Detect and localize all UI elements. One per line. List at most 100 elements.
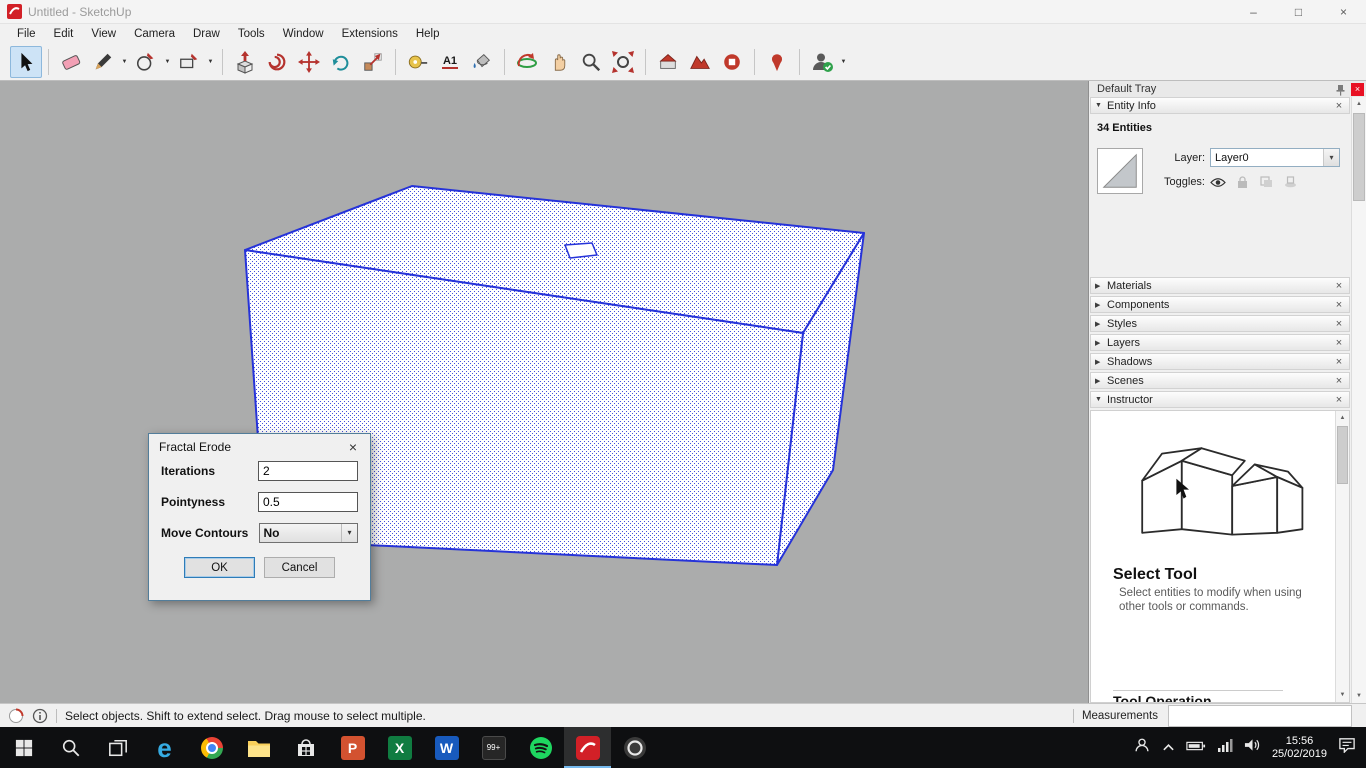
start-button[interactable] bbox=[0, 727, 47, 768]
cast-shadows-icon[interactable] bbox=[1258, 175, 1274, 189]
tray-section-components[interactable]: ▶ Components × bbox=[1090, 296, 1350, 313]
tray-section-shadows[interactable]: ▶ Shadows × bbox=[1090, 353, 1350, 370]
arc-tool-dropdown[interactable]: ▼ bbox=[162, 47, 173, 77]
scroll-down-icon[interactable]: ▼ bbox=[1352, 689, 1366, 703]
chevron-down-icon[interactable]: ▾ bbox=[1323, 149, 1339, 166]
minimize-button[interactable]: – bbox=[1231, 0, 1276, 24]
scale-tool-button[interactable] bbox=[357, 46, 389, 78]
taskbar-store[interactable] bbox=[282, 727, 329, 768]
extension-tool-4-button[interactable] bbox=[761, 46, 793, 78]
text-tool-button[interactable]: A1 bbox=[434, 46, 466, 78]
pushpull-tool-button[interactable] bbox=[229, 46, 261, 78]
select-tool-button[interactable] bbox=[10, 45, 42, 78]
people-icon[interactable] bbox=[1133, 736, 1151, 759]
taskbar-sketchup[interactable] bbox=[564, 727, 611, 768]
taskbar-app-round[interactable] bbox=[611, 727, 658, 768]
info-icon[interactable] bbox=[32, 708, 48, 724]
pan-tool-button[interactable] bbox=[543, 46, 575, 78]
taskbar-app-badge[interactable]: 99+ bbox=[470, 727, 517, 768]
ok-button[interactable]: OK bbox=[184, 557, 255, 578]
iterations-input[interactable] bbox=[258, 460, 358, 481]
rectangle-tool-dropdown[interactable]: ▼ bbox=[205, 47, 216, 77]
tray-close-button[interactable]: × bbox=[1351, 82, 1364, 96]
measurements-input[interactable] bbox=[1168, 704, 1352, 727]
menu-tools[interactable]: Tools bbox=[229, 28, 274, 40]
account-tool-dropdown[interactable]: ▼ bbox=[838, 47, 849, 77]
close-icon[interactable]: × bbox=[1333, 100, 1345, 112]
taskbar-edge[interactable]: e bbox=[141, 727, 188, 768]
arc-tool-button[interactable] bbox=[130, 46, 162, 78]
scrollbar-thumb[interactable] bbox=[1353, 113, 1365, 201]
close-icon[interactable]: × bbox=[1333, 337, 1345, 349]
extension-tool-2-button[interactable] bbox=[684, 46, 716, 78]
line-tool-button[interactable] bbox=[87, 46, 119, 78]
tray-section-entity-info[interactable]: ▼ Entity Info × bbox=[1090, 97, 1350, 114]
tray-section-scenes[interactable]: ▶ Scenes × bbox=[1090, 372, 1350, 389]
taskbar-clock[interactable]: 15:56 25/02/2019 bbox=[1272, 735, 1327, 761]
orbit-tool-button[interactable] bbox=[511, 46, 543, 78]
tape-measure-tool-button[interactable] bbox=[402, 46, 434, 78]
move-contours-select[interactable]: No ▾ bbox=[258, 522, 358, 543]
menu-extensions[interactable]: Extensions bbox=[333, 28, 407, 40]
tray-section-styles[interactable]: ▶ Styles × bbox=[1090, 315, 1350, 332]
close-button[interactable]: × bbox=[1321, 0, 1366, 24]
menu-help[interactable]: Help bbox=[407, 28, 449, 40]
task-view-button[interactable] bbox=[94, 727, 141, 768]
action-center-icon[interactable] bbox=[1338, 737, 1356, 758]
network-icon[interactable] bbox=[1217, 738, 1233, 757]
instructor-scrollbar[interactable]: ▲ ▼ bbox=[1335, 411, 1349, 702]
extension-tool-1-button[interactable] bbox=[652, 46, 684, 78]
taskbar-file-explorer[interactable] bbox=[235, 727, 282, 768]
close-icon[interactable]: × bbox=[1333, 375, 1345, 387]
taskbar-powerpoint[interactable]: P bbox=[329, 727, 376, 768]
close-icon[interactable]: × bbox=[1333, 299, 1345, 311]
move-tool-button[interactable] bbox=[293, 46, 325, 78]
menu-edit[interactable]: Edit bbox=[45, 28, 83, 40]
zoom-tool-button[interactable] bbox=[575, 46, 607, 78]
taskbar-excel[interactable]: X bbox=[376, 727, 423, 768]
top-face-hole[interactable] bbox=[564, 242, 598, 259]
pointyness-input[interactable] bbox=[258, 491, 358, 512]
taskbar-word[interactable]: W bbox=[423, 727, 470, 768]
tray-section-layers[interactable]: ▶ Layers × bbox=[1090, 334, 1350, 351]
close-icon[interactable]: × bbox=[1333, 280, 1345, 292]
cancel-button[interactable]: Cancel bbox=[264, 557, 335, 578]
geolocation-status-icon[interactable] bbox=[8, 708, 24, 724]
visible-eye-icon[interactable] bbox=[1210, 175, 1226, 189]
menu-draw[interactable]: Draw bbox=[184, 28, 229, 40]
dialog-title-bar[interactable]: Fractal Erode × bbox=[149, 434, 370, 460]
taskbar-search-button[interactable] bbox=[47, 727, 94, 768]
close-icon[interactable]: × bbox=[1333, 394, 1345, 406]
battery-icon[interactable] bbox=[1186, 739, 1206, 757]
scroll-up-icon[interactable]: ▲ bbox=[1352, 97, 1366, 111]
menu-window[interactable]: Window bbox=[274, 28, 333, 40]
zoom-extents-tool-button[interactable] bbox=[607, 46, 639, 78]
followme-tool-button[interactable] bbox=[261, 46, 293, 78]
maximize-button[interactable]: □ bbox=[1276, 0, 1321, 24]
menu-file[interactable]: File bbox=[8, 28, 45, 40]
tray-expand-chevron-icon[interactable] bbox=[1162, 739, 1175, 757]
tray-section-instructor[interactable]: ▼ Instructor × bbox=[1090, 391, 1350, 408]
tray-scrollbar[interactable]: ▲ ▼ bbox=[1351, 97, 1366, 703]
volume-icon[interactable] bbox=[1244, 738, 1261, 757]
line-tool-dropdown[interactable]: ▼ bbox=[119, 47, 130, 77]
modeling-canvas[interactable] bbox=[0, 81, 1089, 703]
extension-tool-3-button[interactable] bbox=[716, 46, 748, 78]
layer-select[interactable]: Layer0 ▾ bbox=[1210, 148, 1340, 167]
taskbar-chrome[interactable] bbox=[188, 727, 235, 768]
scroll-up-icon[interactable]: ▲ bbox=[1336, 411, 1349, 425]
lock-icon[interactable] bbox=[1234, 175, 1250, 189]
account-tool-button[interactable] bbox=[806, 46, 838, 78]
dialog-close-button[interactable]: × bbox=[344, 439, 362, 455]
menu-camera[interactable]: Camera bbox=[125, 28, 184, 40]
menu-view[interactable]: View bbox=[82, 28, 125, 40]
receive-shadows-icon[interactable] bbox=[1282, 175, 1298, 189]
close-icon[interactable]: × bbox=[1333, 356, 1345, 368]
scrollbar-thumb[interactable] bbox=[1337, 426, 1348, 484]
rectangle-tool-button[interactable] bbox=[173, 46, 205, 78]
eraser-tool-button[interactable] bbox=[55, 46, 87, 78]
tray-title-bar[interactable]: Default Tray × bbox=[1089, 81, 1366, 97]
scroll-down-icon[interactable]: ▼ bbox=[1336, 688, 1349, 702]
close-icon[interactable]: × bbox=[1333, 318, 1345, 330]
tray-section-materials[interactable]: ▶ Materials × bbox=[1090, 277, 1350, 294]
